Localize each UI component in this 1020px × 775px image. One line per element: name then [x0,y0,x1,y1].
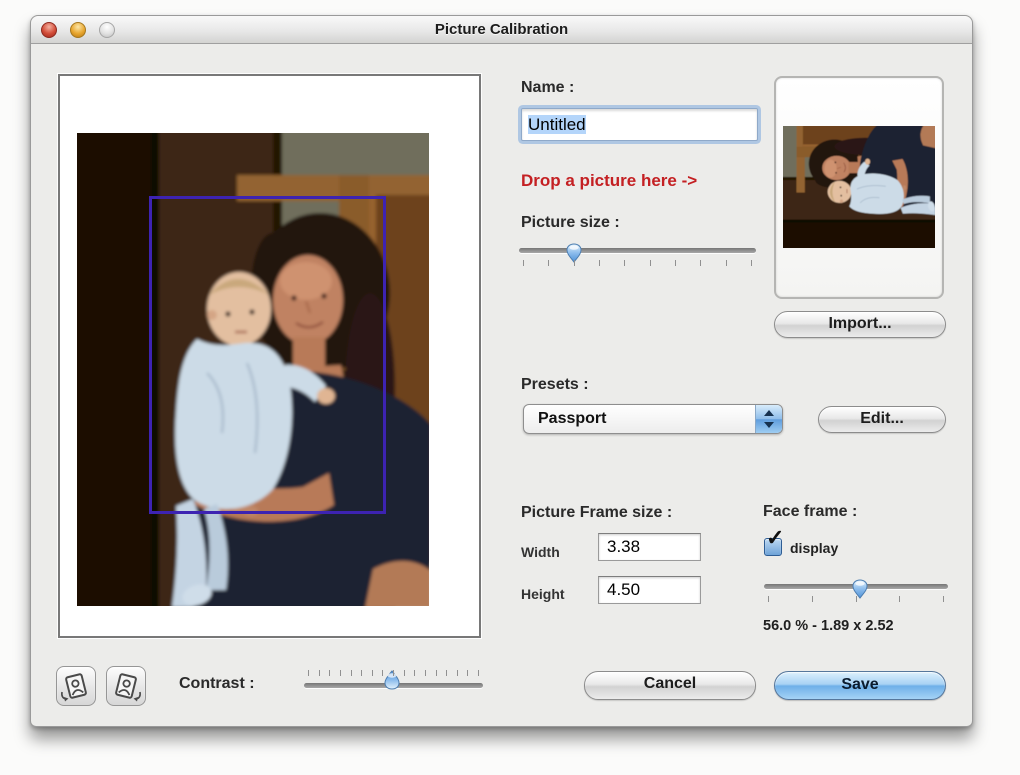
picture-size-slider-track[interactable] [519,248,756,253]
height-input[interactable] [598,576,701,604]
picture-size-label: Picture size : [521,214,620,231]
drop-picture-hint: Drop a picture here -> [521,171,698,190]
picture-size-slider[interactable] [519,243,756,266]
checkmark-icon: ✓ [766,525,785,550]
height-label: Height [521,586,565,602]
name-input[interactable]: Untitled [521,108,758,141]
display-checkbox-label: display [790,540,839,556]
contrast-label: Contrast : [179,675,255,692]
name-label: Name : [521,79,575,96]
rotate-picture-right-icon [115,673,141,702]
presets-dropdown[interactable]: Passport [523,404,783,434]
contrast-slider-ticks [308,670,479,676]
up-down-stepper-icon [755,405,782,433]
cancel-button[interactable]: Cancel [584,671,756,700]
picture-drop-well[interactable] [774,76,944,299]
save-button[interactable]: Save [774,671,946,700]
presets-selected-value: Passport [538,410,607,427]
window-title: Picture Calibration [434,21,569,38]
width-input[interactable] [598,533,701,561]
rotate-picture-right-button[interactable] [106,666,146,706]
face-frame-label: Face frame : [763,503,858,520]
width-label: Width [521,544,560,560]
picture-size-slider-ticks [523,260,752,266]
face-selection-rectangle[interactable] [149,196,386,514]
face-frame-info-text: 56.0 % - 1.89 x 2.52 [763,618,894,634]
title-bar[interactable]: Picture Calibration [31,16,972,44]
frame-size-label: Picture Frame size : [521,504,673,521]
contrast-slider[interactable] [304,670,483,690]
edit-button[interactable]: Edit... [818,406,946,433]
import-button[interactable]: Import... [774,311,946,338]
name-input-selected-text: Untitled [528,115,586,134]
thumbnail-photo [783,126,935,248]
face-frame-slider-ticks [768,596,944,602]
face-frame-slider[interactable] [764,579,948,602]
display-checkbox[interactable]: ✓ [764,527,784,556]
rotate-picture-left-button[interactable] [56,666,96,706]
presets-label: Presets : [521,376,589,393]
picture-calibration-window: Picture Calibration Name: Untitled Drop… [30,15,973,727]
rotate-picture-left-icon [61,673,87,702]
photo-preview-canvas [58,74,481,638]
